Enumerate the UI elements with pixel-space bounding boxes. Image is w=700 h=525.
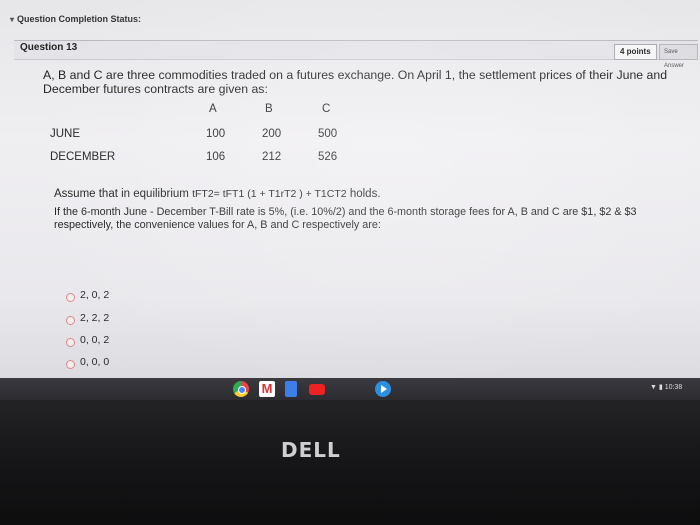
table-cell: 106: [206, 151, 226, 163]
radio-button[interactable]: [66, 316, 75, 325]
radio-button[interactable]: [66, 360, 75, 369]
radio-button[interactable]: [66, 293, 75, 302]
equilibrium-statement: Assume that in equilibrium tFT2= tFT1 (1…: [54, 188, 381, 200]
choice-label: 2, 2, 2: [80, 312, 110, 324]
gmail-icon[interactable]: M: [259, 381, 275, 397]
status-tray[interactable]: ▼ ▮ 10:38: [650, 383, 682, 391]
points-badge: 4 points: [614, 44, 657, 60]
table-header-a: A: [209, 103, 217, 115]
question-intro: A, B and C are three commodities traded …: [43, 68, 668, 96]
question-prompt: If the 6-month June - December T-Bill ra…: [54, 206, 637, 231]
os-shelf: M ▼ ▮ 10:38: [0, 378, 700, 400]
chrome-icon[interactable]: [233, 381, 249, 397]
laptop-bezel: [0, 400, 700, 525]
table-cell: 500: [318, 128, 338, 140]
table-row-label: DECEMBER: [50, 151, 116, 163]
battery-icon: ▮: [658, 384, 663, 391]
play-icon[interactable]: [375, 381, 391, 397]
equilibrium-formula: tFT2= tFT1 (1 + T1rT2 ) + T1CT2: [192, 188, 347, 200]
choice-label: 0, 0, 0: [80, 356, 110, 368]
choice-label: 0, 0, 2: [80, 334, 110, 346]
brand-logo: DELL: [281, 438, 341, 462]
save-answer-button[interactable]: Save Answer: [659, 44, 698, 69]
assume-text: Assume that in equilibrium: [54, 188, 189, 200]
table-header-c: C: [322, 103, 331, 115]
table-cell: 212: [262, 151, 282, 163]
holds-text: holds.: [349, 188, 381, 200]
choice-label: 2, 0, 2: [80, 289, 110, 301]
screen: ▾ Question Completion Status: Question 13…: [0, 0, 700, 398]
table-cell: 100: [206, 128, 226, 140]
question-header-bar: Question 13 4 points Save Answer: [14, 40, 698, 69]
question-title: Question 13: [20, 42, 78, 53]
completion-status-label: Question Completion Status:: [17, 14, 142, 24]
table-header-b: B: [265, 103, 273, 115]
completion-status-header[interactable]: ▾ Question Completion Status:: [10, 14, 141, 24]
youtube-icon[interactable]: [309, 384, 325, 395]
chevron-down-icon: ▾: [10, 15, 15, 24]
docs-icon[interactable]: [285, 381, 297, 397]
table-row-label: JUNE: [50, 128, 81, 140]
clock: 10:38: [664, 384, 683, 391]
radio-button[interactable]: [66, 338, 75, 347]
wifi-icon: ▼: [650, 384, 657, 391]
table-cell: 526: [318, 151, 338, 163]
table-cell: 200: [262, 128, 282, 140]
